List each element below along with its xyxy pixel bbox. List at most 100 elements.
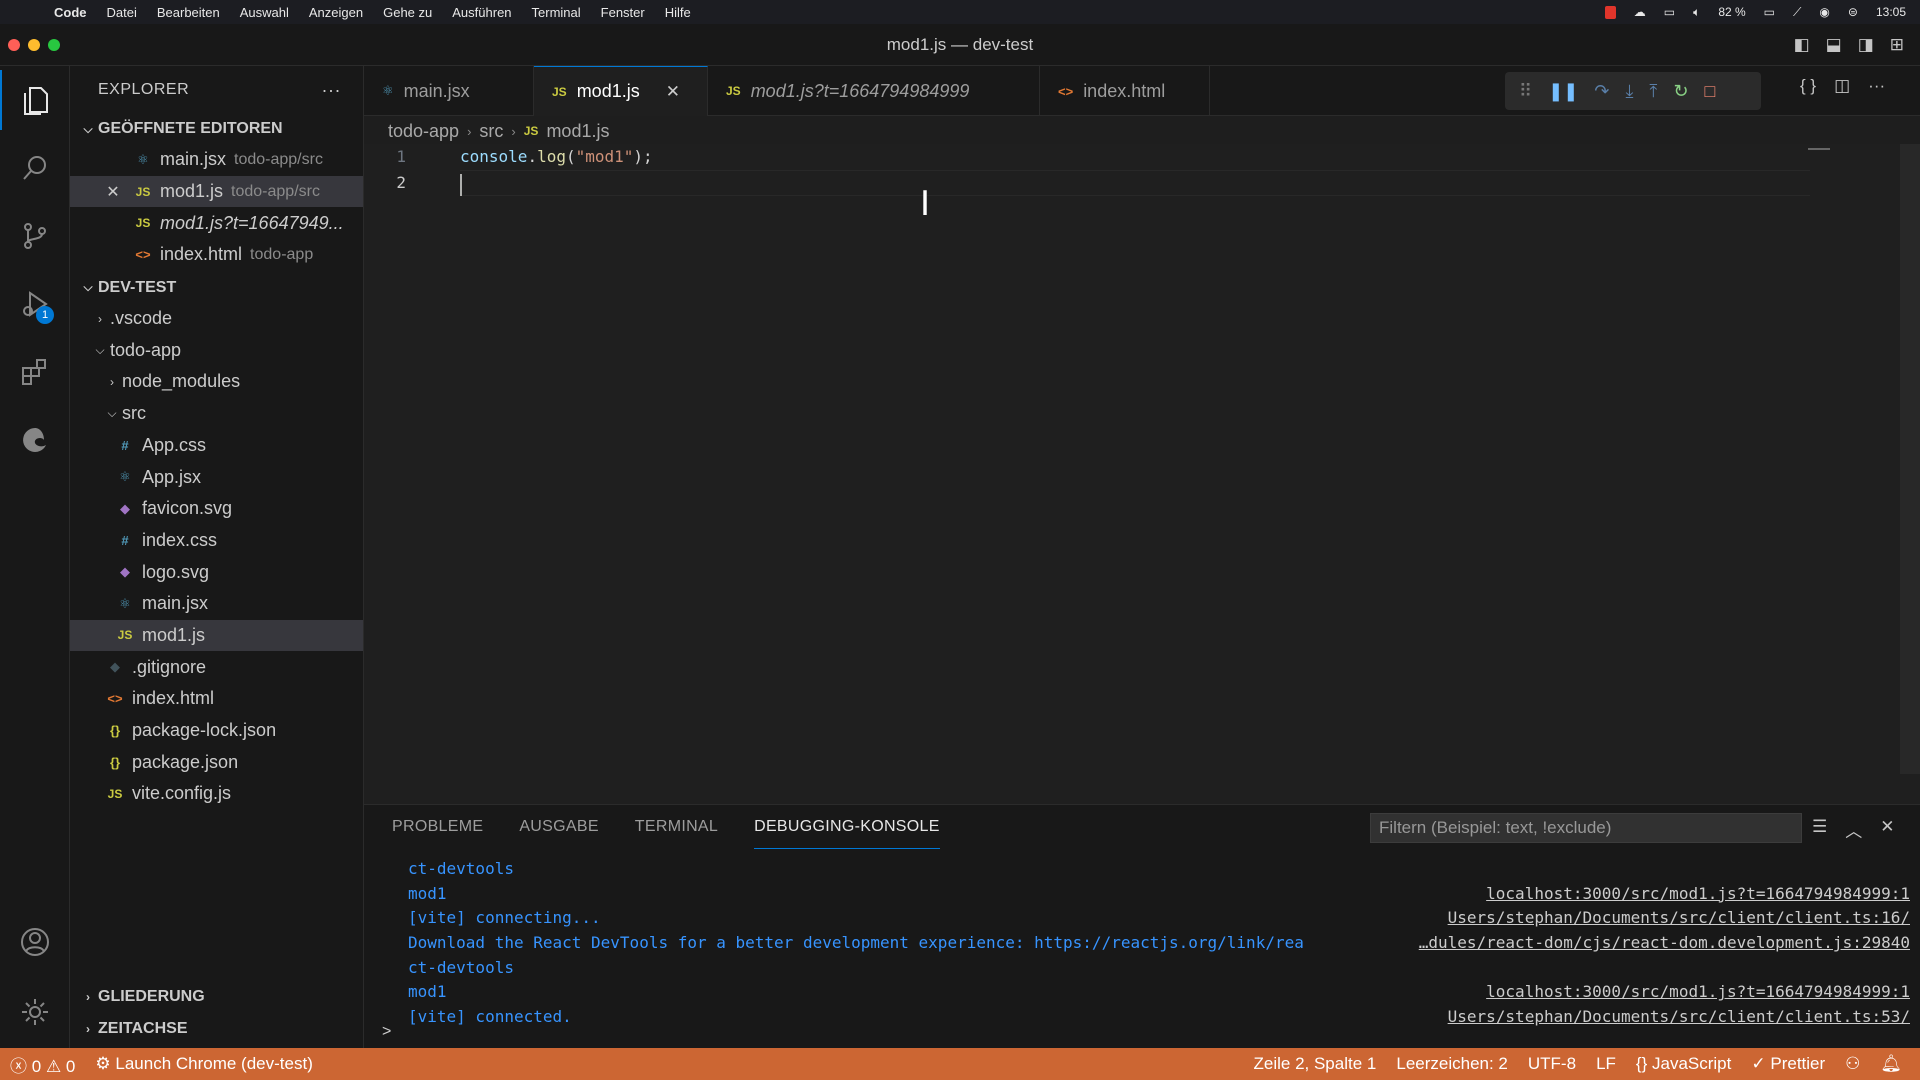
tree-item-app-css[interactable]: # App.css [70, 430, 363, 462]
battery-icon[interactable]: ▭ [1764, 5, 1775, 19]
tree-item-node-modules[interactable]: › node_modules [70, 366, 363, 398]
drag-handle-icon[interactable]: ⠿ [1519, 81, 1532, 102]
open-editors-section[interactable]: ⌵ GEÖFFNETE EDITOREN [70, 114, 363, 144]
step-into-icon[interactable]: ⤓ [1625, 81, 1633, 102]
cursor-position[interactable]: Zeile 2, Spalte 1 [1244, 1054, 1387, 1074]
split-editor-icon[interactable]: ◫ [1834, 76, 1850, 96]
code-line-current[interactable] [460, 170, 1810, 196]
tree-item-src[interactable]: ⌵ src [70, 398, 363, 430]
explorer-icon[interactable] [0, 70, 70, 130]
tab-ausgabe[interactable]: AUSGABE [519, 805, 598, 849]
close-window-button[interactable] [8, 38, 20, 51]
vertical-scrollbar[interactable] [1900, 144, 1920, 774]
accounts-icon[interactable] [0, 912, 70, 972]
tab-terminal[interactable]: TERMINAL [635, 805, 718, 849]
workspace-section[interactable]: ⌵ DEV-TEST [70, 273, 363, 303]
control-center-icon[interactable]: ⊜ [1848, 5, 1858, 19]
close-panel-icon[interactable]: ✕ [1880, 817, 1894, 842]
wifi-off-icon[interactable]: ⟋ [1793, 5, 1801, 20]
timeline-header[interactable]: › ZEITACHSE [70, 1014, 364, 1044]
extensions-icon[interactable] [0, 342, 70, 402]
tree-item-main-jsx[interactable]: ⚛ main.jsx [70, 588, 363, 620]
tab-mod1-js-query[interactable]: JS mod1.js?t=1664794984999 [708, 66, 1040, 116]
menu-datei[interactable]: Datei [97, 5, 147, 20]
prettier-status[interactable]: ✓ Prettier [1741, 1054, 1835, 1074]
menu-fenster[interactable]: Fenster [591, 5, 655, 20]
code-editor[interactable]: 1 2 console.log("mod1"); I [364, 144, 1920, 804]
close-icon[interactable]: ✕ [666, 82, 680, 102]
minimap[interactable] [1808, 148, 1830, 150]
code-area[interactable]: console.log("mod1"); [460, 144, 1920, 196]
console-filter-input[interactable] [1370, 813, 1802, 843]
indentation[interactable]: Leerzeichen: 2 [1386, 1054, 1518, 1074]
search-icon[interactable] [0, 138, 70, 198]
console-input-prompt[interactable]: > [382, 1023, 391, 1041]
tree-item-vite-config-js[interactable]: JS vite.config.js [70, 778, 363, 810]
open-editor-main-jsx[interactable]: ⚛ main.jsx todo-app/src [70, 144, 363, 176]
volume-icon[interactable]: 🔈︎ [1693, 5, 1700, 20]
tree-item-index-css[interactable]: # index.css [70, 525, 363, 557]
console-source-link[interactable]: Users/stephan/Documents/src/client/clien… [1448, 906, 1910, 931]
tree-item-logo-svg[interactable]: ◆ logo.svg [70, 556, 363, 588]
stop-icon[interactable]: □ [1704, 81, 1715, 102]
outline-section[interactable]: › GLIEDERUNG [70, 982, 364, 1012]
toggle-sidebar-icon[interactable]: ◧ [1794, 35, 1810, 55]
console-source-link[interactable]: Users/stephan/Documents/src/client/clien… [1448, 1005, 1910, 1030]
breadcrumb-item[interactable]: src [479, 121, 503, 142]
open-editor-index-html[interactable]: <> index.html todo-app [70, 239, 363, 271]
breadcrumb-item[interactable]: mod1.js [546, 121, 609, 142]
open-editor-mod1-query[interactable]: JS mod1.js?t=16647949... [70, 207, 363, 239]
feedback-icon[interactable]: ⚇ [1835, 1054, 1870, 1074]
encoding[interactable]: UTF-8 [1518, 1054, 1586, 1074]
zoom-window-button[interactable] [48, 38, 60, 51]
tree-item-todo-app[interactable]: ⌵ todo-app [70, 334, 363, 366]
tree-item-favicon-svg[interactable]: ◆ favicon.svg [70, 493, 363, 525]
menu-gehe-zu[interactable]: Gehe zu [373, 5, 442, 20]
display-icon[interactable]: ▭ [1664, 5, 1675, 19]
timeline-section[interactable]: › ZEITACHSE [70, 1014, 364, 1044]
menu-ausfuehren[interactable]: Ausführen [442, 5, 521, 20]
language-mode[interactable]: {} JavaScript [1626, 1054, 1741, 1074]
open-editor-mod1-js[interactable]: ✕ JS mod1.js todo-app/src [70, 175, 363, 208]
debug-launch-status[interactable]: ⚙ Launch Chrome (dev-test) [85, 1054, 322, 1074]
menu-hilfe[interactable]: Hilfe [655, 5, 701, 20]
menu-bearbeiten[interactable]: Bearbeiten [147, 5, 230, 20]
tab-mod1-js[interactable]: JS mod1.js ✕ [534, 66, 708, 116]
tree-item-mod1-js[interactable]: JS mod1.js [70, 619, 363, 652]
tab-main-jsx[interactable]: ⚛ main.jsx [364, 66, 534, 116]
tree-item-gitignore[interactable]: ◆ .gitignore [70, 651, 363, 683]
close-icon[interactable]: ✕ [104, 182, 122, 202]
tree-item-index-html[interactable]: <> index.html [70, 683, 363, 715]
toggle-panel-icon[interactable]: ⬓ [1826, 35, 1842, 55]
menu-app-code[interactable]: Code [44, 5, 97, 20]
end-of-line[interactable]: LF [1586, 1054, 1626, 1074]
tree-item-app-jsx[interactable]: ⚛ App.jsx [70, 461, 363, 493]
code-line[interactable]: console.log("mod1"); [460, 144, 1920, 170]
maximize-panel-icon[interactable]: ︿ [1845, 817, 1862, 842]
tab-debugging-konsole[interactable]: DEBUGGING-KONSOLE [754, 805, 940, 849]
breadcrumb-item[interactable]: todo-app [388, 121, 459, 142]
notifications-bell-icon[interactable]: 🔔︎ [1870, 1054, 1912, 1074]
toggle-secondary-sidebar-icon[interactable]: ◨ [1858, 35, 1874, 55]
clock[interactable]: 13:05 [1876, 5, 1906, 19]
menu-auswahl[interactable]: Auswahl [230, 5, 299, 20]
console-source-link[interactable]: …dules/react-dom/cjs/react-dom.developme… [1419, 931, 1910, 956]
customize-layout-icon[interactable]: ⊞ [1890, 35, 1904, 55]
more-actions-icon[interactable]: ··· [322, 80, 363, 101]
console-source-link[interactable]: localhost:3000/src/mod1.js?t=16647949849… [1486, 882, 1910, 907]
tab-probleme[interactable]: PROBLEME [392, 805, 483, 849]
minimize-window-button[interactable] [28, 38, 40, 51]
edge-devtools-icon[interactable] [0, 410, 70, 470]
settings-gear-icon[interactable] [0, 982, 70, 1042]
tree-item-vscode[interactable]: › .vscode [70, 303, 363, 335]
clear-console-icon[interactable]: ☰ [1812, 817, 1827, 842]
source-control-icon[interactable] [0, 206, 70, 266]
menu-anzeigen[interactable]: Anzeigen [299, 5, 373, 20]
screen-recording-icon[interactable] [1604, 5, 1616, 19]
step-out-icon[interactable]: ⤒ [1649, 81, 1657, 102]
cloud-icon[interactable]: ☁ [1634, 5, 1646, 19]
console-source-link[interactable]: localhost:3000/src/mod1.js?t=16647949849… [1486, 980, 1910, 1005]
tree-item-package-lock-json[interactable]: {} package-lock.json [70, 715, 363, 747]
outline-header[interactable]: › GLIEDERUNG [70, 982, 364, 1012]
braces-icon[interactable]: { } [1800, 76, 1816, 96]
